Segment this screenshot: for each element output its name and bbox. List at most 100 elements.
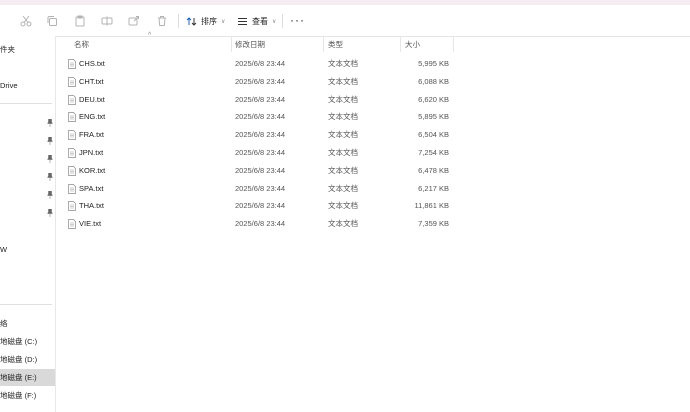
file-type: 文本文档: [328, 130, 358, 140]
pin-icon: [47, 209, 53, 217]
file-type: 文本文档: [328, 219, 358, 229]
column-header-size[interactable]: 大小: [405, 36, 420, 53]
view-icon: [237, 16, 248, 27]
file-type: 文本文档: [328, 183, 358, 193]
nav-item-drive-c[interactable]: 地磁盘 (C:): [0, 333, 55, 350]
column-divider[interactable]: [231, 37, 232, 52]
nav-divider: [0, 103, 52, 104]
file-row[interactable]: SPA.txt 2025/6/8 23:44 文本文档 6,217 KB: [64, 180, 456, 198]
file-name: VIE.txt: [79, 219, 102, 229]
column-divider[interactable]: [323, 37, 324, 52]
file-modified: 2025/6/8 23:44: [235, 112, 286, 122]
file-type: 文本文档: [328, 165, 358, 175]
file-size: 5,995 KB: [418, 59, 449, 68]
text-file-icon: [68, 94, 76, 105]
nav-item-drive-f[interactable]: 地磁盘 (F:): [0, 387, 55, 404]
text-file-icon: [68, 148, 76, 158]
paste-icon[interactable]: [72, 13, 88, 29]
view-button[interactable]: 查看 ∨: [237, 14, 276, 28]
nav-divider: [0, 304, 52, 305]
file-modified: 2025/6/8 23:44: [235, 59, 286, 68]
file-name: CHT.txt: [79, 76, 104, 86]
column-header-name[interactable]: 名称: [74, 36, 89, 53]
file-row[interactable]: FRA.txt 2025/6/8 23:44 文本文档 6,504 KB: [64, 126, 456, 144]
share-icon[interactable]: [126, 13, 142, 29]
sort-indicator-icon: ^: [148, 32, 152, 39]
text-file-icon: [68, 76, 76, 87]
copy-icon[interactable]: [44, 13, 60, 29]
file-name: CHS.txt: [79, 59, 105, 68]
navigation-pane: 件夹 Drive W 络 地磁盘 (C:) 地磁盘 (D:) 地磁盘 (E:) …: [0, 36, 56, 412]
toolbar-divider: [178, 14, 179, 28]
file-row[interactable]: JPN.txt 2025/6/8 23:44 文本文档 7,254 KB: [64, 144, 456, 162]
file-modified: 2025/6/8 23:44: [235, 219, 286, 229]
file-size: 7,359 KB: [418, 219, 449, 229]
delete-icon[interactable]: [154, 13, 170, 29]
file-type: 文本文档: [328, 201, 358, 211]
file-row[interactable]: ENG.txt 2025/6/8 23:44 文本文档 5,895 KB: [64, 108, 456, 126]
text-file-icon: [68, 112, 76, 123]
nav-item-network[interactable]: 络: [0, 315, 55, 332]
column-divider[interactable]: [400, 37, 401, 52]
file-modified: 2025/6/8 23:44: [235, 148, 286, 157]
pin-icon: [47, 155, 53, 163]
text-file-icon: [68, 201, 76, 212]
file-modified: 2025/6/8 23:44: [235, 76, 286, 86]
more-options-button[interactable]: ···: [290, 14, 305, 26]
file-type: 文本文档: [328, 76, 358, 86]
file-row[interactable]: THA.txt 2025/6/8 23:44 文本文档 11,861 KB: [64, 197, 456, 215]
file-size: 7,254 KB: [418, 148, 449, 157]
file-type: 文本文档: [328, 94, 358, 104]
text-file-icon: [68, 130, 76, 141]
file-modified: 2025/6/8 23:44: [235, 94, 286, 104]
nav-item-folder[interactable]: 件夹: [0, 41, 55, 58]
file-name: THA.txt: [79, 201, 105, 211]
pin-icon: [47, 173, 53, 181]
file-type: 文本文档: [328, 148, 358, 157]
text-file-icon: [68, 183, 76, 194]
file-size: 5,895 KB: [418, 112, 449, 122]
file-size: 6,620 KB: [418, 94, 449, 104]
text-file-icon: [68, 219, 76, 230]
file-modified: 2025/6/8 23:44: [235, 165, 286, 175]
nav-item-w[interactable]: W: [0, 241, 55, 258]
file-size: 6,088 KB: [418, 76, 449, 86]
cut-icon[interactable]: [18, 13, 34, 29]
file-name: KOR.txt: [79, 165, 106, 175]
pin-icon: [47, 191, 53, 199]
rename-icon[interactable]: [99, 13, 115, 29]
chevron-down-icon: ∨: [272, 18, 277, 25]
file-name: ENG.txt: [79, 112, 106, 122]
nav-item-drive-d[interactable]: 地磁盘 (D:): [0, 351, 55, 368]
file-row[interactable]: DEU.txt 2025/6/8 23:44 文本文档 6,620 KB: [64, 91, 456, 109]
file-name: FRA.txt: [79, 130, 105, 140]
pin-icon: [47, 137, 53, 145]
file-size: 11,861 KB: [414, 201, 449, 211]
nav-item-drive-e[interactable]: 地磁盘 (E:): [0, 369, 55, 386]
nav-item-onedrive[interactable]: Drive: [0, 77, 55, 94]
sort-button[interactable]: 排序 ∨: [186, 14, 225, 28]
column-header-modified[interactable]: 修改日期: [235, 36, 265, 53]
pin-icon: [47, 119, 53, 127]
file-modified: 2025/6/8 23:44: [235, 201, 286, 211]
file-name: SPA.txt: [79, 183, 104, 193]
file-row[interactable]: CHT.txt 2025/6/8 23:44 文本文档 6,088 KB: [64, 73, 456, 91]
view-label: 查看: [252, 16, 268, 26]
file-row[interactable]: CHS.txt 2025/6/8 23:44 文本文档 5,995 KB: [64, 55, 456, 73]
file-size: 6,217 KB: [418, 183, 449, 193]
sort-label: 排序: [201, 16, 217, 26]
file-type: 文本文档: [328, 59, 358, 68]
file-name: DEU.txt: [79, 94, 105, 104]
file-row[interactable]: KOR.txt 2025/6/8 23:44 文本文档 6,478 KB: [64, 162, 456, 180]
chevron-down-icon: ∨: [221, 18, 226, 25]
text-file-icon: [68, 165, 76, 176]
column-divider[interactable]: [453, 37, 454, 52]
column-header-type[interactable]: 类型: [328, 36, 343, 53]
file-size: 6,478 KB: [418, 165, 449, 175]
sort-icon: [186, 16, 197, 27]
file-row[interactable]: VIE.txt 2025/6/8 23:44 文本文档 7,359 KB: [64, 215, 456, 233]
text-file-icon: [68, 59, 76, 69]
file-modified: 2025/6/8 23:44: [235, 130, 286, 140]
toolbar-divider: [282, 14, 283, 28]
file-name: JPN.txt: [79, 148, 104, 157]
